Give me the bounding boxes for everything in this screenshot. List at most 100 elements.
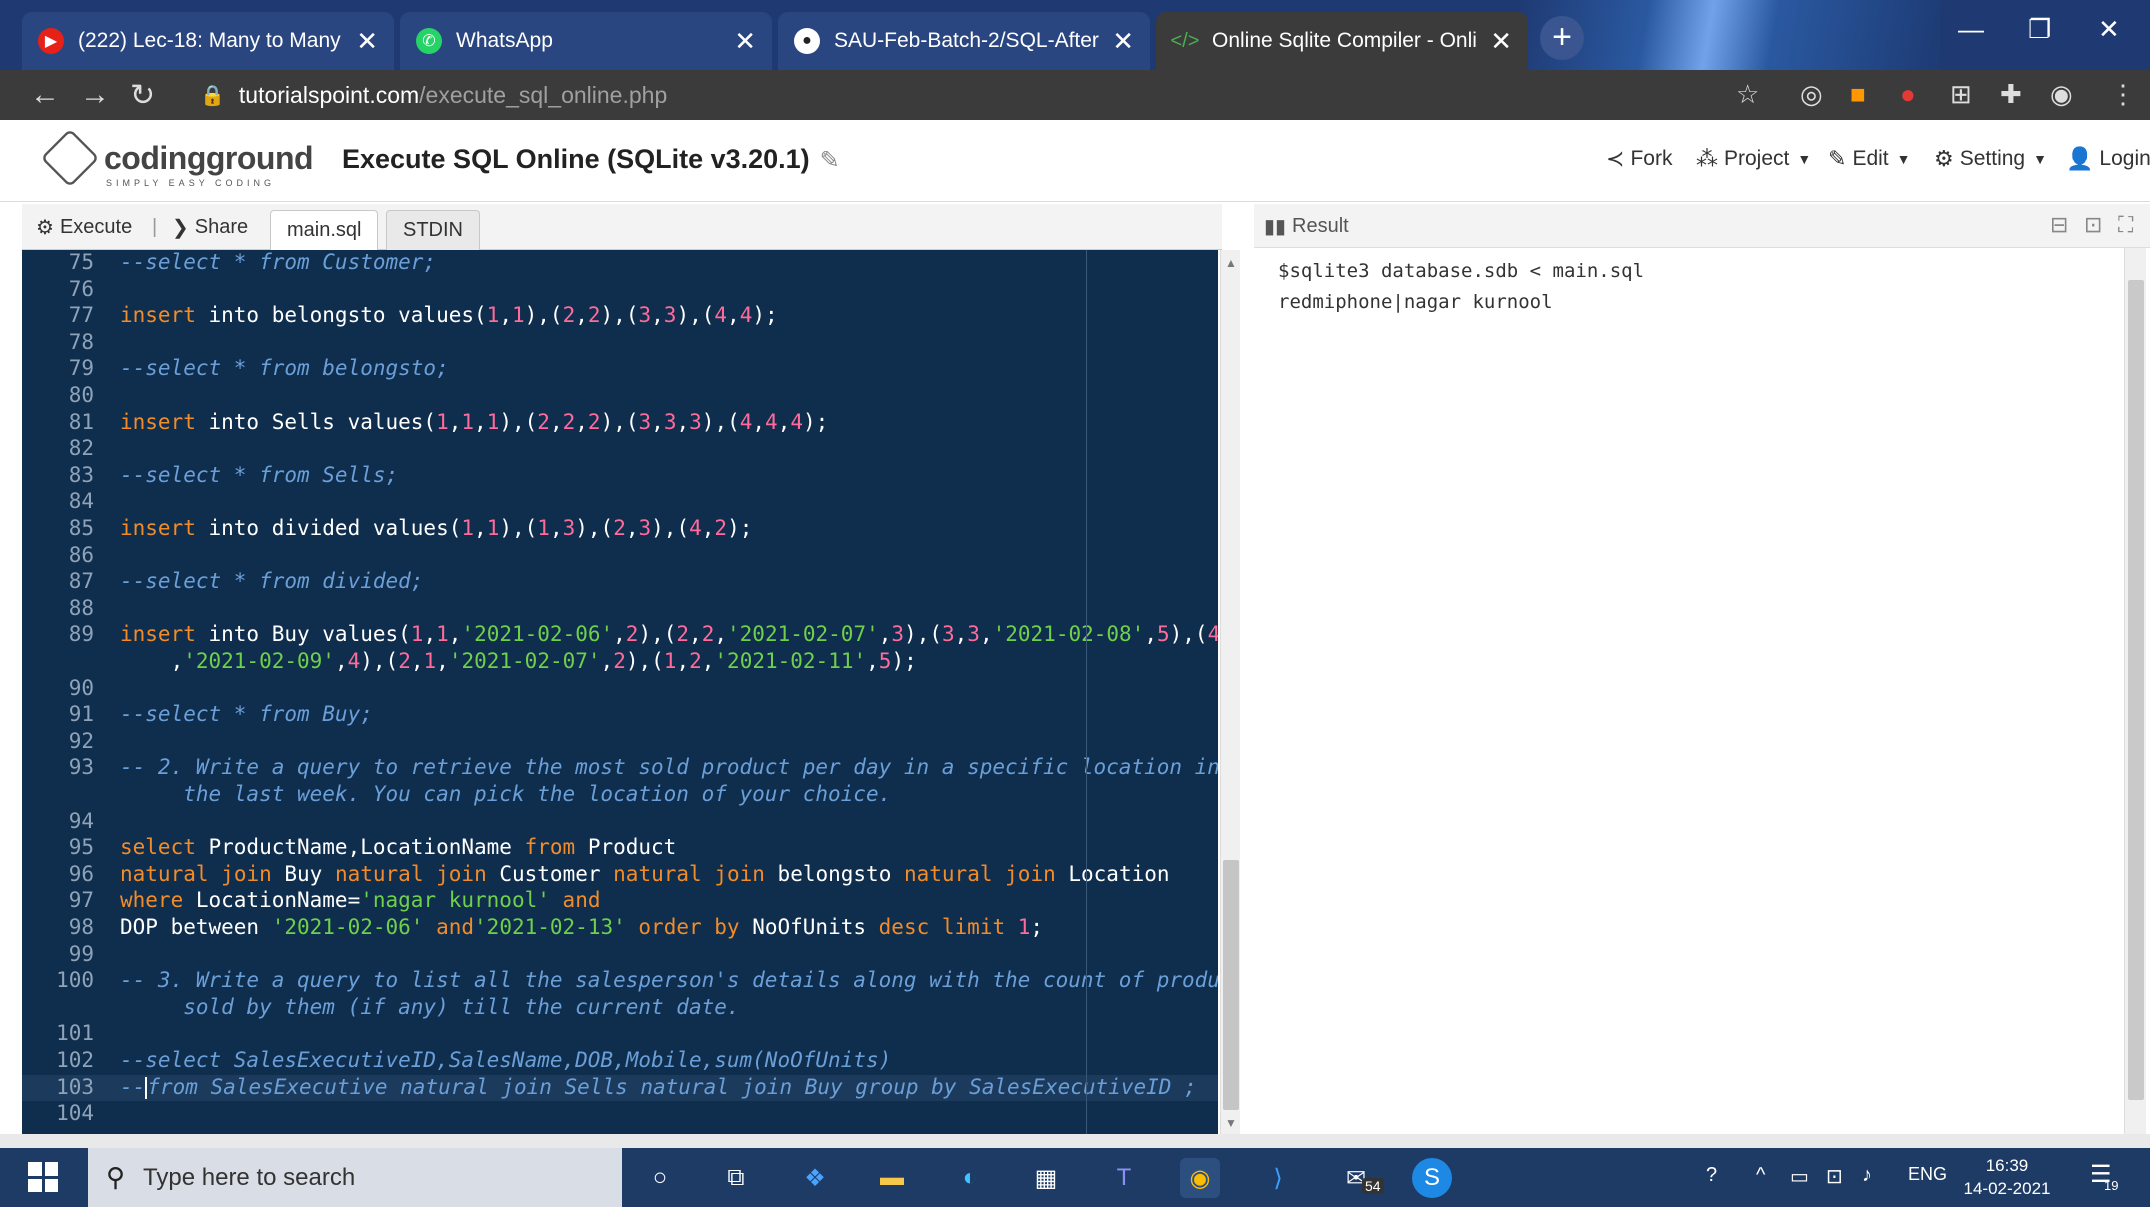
line-number: 92	[68, 728, 94, 753]
minimize-icon[interactable]: —	[1958, 14, 1984, 45]
line-number: 75	[68, 250, 94, 274]
page-bottom-strip	[0, 1134, 2150, 1148]
code-line[interactable]: 90	[22, 676, 1218, 703]
code-line[interactable]: 77 insert into belongsto values(1,1),(2,2…	[22, 303, 1218, 330]
tray-chevron-up-icon[interactable]: ^	[1756, 1164, 1765, 1187]
editor-scroll-thumb[interactable]	[1223, 860, 1239, 1110]
close-tab-icon[interactable]: ✕	[356, 26, 378, 57]
language-indicator[interactable]: ENG	[1908, 1164, 1947, 1185]
extension-badge-icon[interactable]: ●	[1900, 79, 1916, 110]
code-line[interactable]: 99	[22, 942, 1218, 969]
code-line[interactable]: 103 --from SalesExecutive natural join Se…	[22, 1074, 1218, 1102]
setting-menu[interactable]: ⚙ Setting ▼	[1934, 146, 2047, 172]
code-line[interactable]: 83 --select * from Sells;	[22, 463, 1218, 490]
browser-tab-sqlite[interactable]: </> Online Sqlite Compiler - Online S ✕	[1156, 12, 1528, 70]
project-menu[interactable]: ⁂ Project ▼	[1696, 146, 1811, 172]
code-line[interactable]: 104	[22, 1101, 1218, 1128]
editor-scrollbar[interactable]: ▲ ▼	[1220, 250, 1240, 1134]
code-line[interactable]: 76	[22, 277, 1218, 304]
close-tab-icon[interactable]: ✕	[1490, 26, 1512, 57]
share-button[interactable]: ❯ Share	[172, 204, 248, 250]
edit-menu[interactable]: ✎ Edit ▼	[1828, 146, 1910, 172]
code-line[interactable]: 87 --select * from divided;	[22, 569, 1218, 596]
restore-pane-icon[interactable]: ⊡	[2084, 212, 2102, 238]
code-line[interactable]: 89 insert into Buy values(1,1,'2021-02-06…	[22, 622, 1218, 675]
bookmark-star-icon[interactable]: ☆	[1736, 79, 1759, 110]
browser-tab-youtube[interactable]: ▶ (222) Lec-18: Many to Many Rela ✕	[22, 12, 394, 70]
code-editor[interactable]: 75 --select * from Customer; 76 77 insert in…	[22, 250, 1218, 1134]
result-scroll-thumb[interactable]	[2128, 280, 2144, 1100]
code-line[interactable]: 80	[22, 383, 1218, 410]
close-tab-icon[interactable]: ✕	[1112, 26, 1134, 57]
file-explorer-icon[interactable]: ▬	[872, 1158, 912, 1198]
edge-icon[interactable]: ◐	[950, 1158, 990, 1198]
code-line[interactable]: 91 --select * from Buy;	[22, 702, 1218, 729]
line-number: 76	[68, 276, 94, 301]
back-icon[interactable]: ←	[30, 78, 60, 112]
windows-start-icon[interactable]	[28, 1162, 58, 1192]
reload-icon[interactable]: ↻	[130, 78, 155, 113]
code-line[interactable]: 88	[22, 596, 1218, 623]
battery-icon[interactable]: ▭	[1790, 1164, 1809, 1189]
fork-button[interactable]: ≺ Fork	[1606, 146, 1672, 172]
new-tab-button[interactable]: +	[1540, 16, 1584, 60]
task-view-icon[interactable]: ⧉	[716, 1158, 756, 1198]
dropbox-icon[interactable]: ❖	[795, 1158, 835, 1198]
store-icon[interactable]: ▦	[1026, 1158, 1066, 1198]
code-line[interactable]: 94	[22, 809, 1218, 836]
extension-cart-icon[interactable]: ⊞	[1950, 79, 1972, 110]
code-line[interactable]: 84	[22, 489, 1218, 516]
close-tab-icon[interactable]: ✕	[734, 26, 756, 57]
cortana-icon[interactable]: ○	[640, 1158, 680, 1198]
teams-icon[interactable]: T	[1104, 1158, 1144, 1198]
tab-stdin[interactable]: STDIN	[386, 210, 480, 250]
code-line[interactable]: 85 insert into divided values(1,1),(1,3),…	[22, 516, 1218, 543]
extension-speed-icon[interactable]: ◎	[1800, 79, 1823, 110]
taskbar-clock[interactable]: 16:39 14-02-2021	[1962, 1154, 2052, 1200]
code-line[interactable]: 75 --select * from Customer;	[22, 250, 1218, 277]
profile-avatar[interactable]: ◉	[2050, 79, 2073, 110]
code-line[interactable]: 96 natural join Buy natural join Customer…	[22, 862, 1218, 889]
fullscreen-icon[interactable]: ⛶	[2118, 212, 2133, 238]
fork-icon: ≺	[1606, 146, 1625, 171]
browser-menu-icon[interactable]: ⋮	[2110, 79, 2136, 110]
scroll-up-icon[interactable]: ▲	[1225, 256, 1237, 270]
extension-shop-icon[interactable]: ■	[1850, 79, 1866, 110]
code-line[interactable]: 92	[22, 729, 1218, 756]
restore-icon[interactable]: ❐	[2028, 14, 2051, 45]
extensions-puzzle-icon[interactable]: ✚	[2000, 79, 2022, 110]
vscode-icon[interactable]: ⟩	[1258, 1158, 1298, 1198]
code-line[interactable]: 82	[22, 436, 1218, 463]
window-close-icon[interactable]: ✕	[2098, 14, 2120, 45]
volume-icon[interactable]: ♪	[1862, 1164, 1872, 1187]
code-line[interactable]: 81 insert into Sells values(1,1,1),(2,2,2…	[22, 410, 1218, 437]
code-line[interactable]: 86	[22, 543, 1218, 570]
login-button[interactable]: 👤 Login	[2066, 146, 2150, 172]
taskbar-search[interactable]: ⚲ Type here to search	[88, 1148, 622, 1207]
url-field[interactable]: 🔒 tutorialspoint.com/execute_sql_online.…	[200, 78, 667, 112]
chrome-icon[interactable]: ◉	[1180, 1158, 1220, 1198]
browser-tab-whatsapp[interactable]: ✆ WhatsApp ✕	[400, 12, 772, 70]
code-line[interactable]: 97 where LocationName='nagar kurnool' and	[22, 888, 1218, 915]
codingground-logo[interactable]: codingground SIMPLY EASY CODING	[40, 128, 314, 188]
code-line[interactable]: 98 DOP between '2021-02-06' and'2021-02-1…	[22, 915, 1218, 942]
edit-title-icon[interactable]: ✎	[820, 147, 840, 174]
collapse-icon[interactable]: ⊟	[2050, 212, 2068, 238]
code-line[interactable]: 101	[22, 1021, 1218, 1048]
help-icon[interactable]: ?	[1706, 1164, 1717, 1187]
code-line[interactable]: 102 --select SalesExecutiveID,SalesName,D…	[22, 1048, 1218, 1075]
network-icon[interactable]: ⊡	[1826, 1164, 1843, 1189]
line-code-wrapped: the last week. You can pick the location…	[120, 781, 892, 806]
code-line[interactable]: 93 -- 2. Write a query to retrieve the mo…	[22, 755, 1218, 808]
code-line[interactable]: 100 -- 3. Write a query to list all the s…	[22, 968, 1218, 1021]
result-scrollbar[interactable]	[2124, 248, 2146, 1134]
code-line[interactable]: 78	[22, 330, 1218, 357]
browser-tab-github[interactable]: ● SAU-Feb-Batch-2/SQL-Afternoo ✕	[778, 12, 1150, 70]
forward-icon[interactable]: →	[80, 78, 110, 112]
tab-main-sql[interactable]: main.sql	[270, 210, 379, 250]
execute-button[interactable]: ⚙ Execute	[36, 204, 132, 250]
skype-icon[interactable]: S	[1412, 1158, 1452, 1198]
code-line[interactable]: 95 select ProductName,LocationName from P…	[22, 835, 1218, 862]
code-line[interactable]: 79 --select * from belongsto;	[22, 356, 1218, 383]
scroll-down-icon[interactable]: ▼	[1225, 1116, 1237, 1130]
